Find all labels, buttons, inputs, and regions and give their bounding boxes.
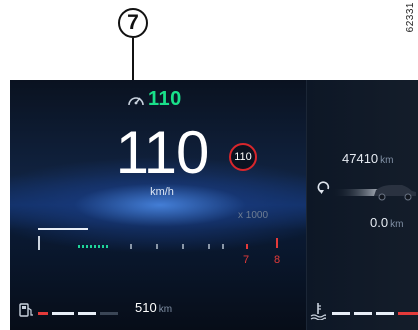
rpm-number: 7 [243, 254, 250, 266]
rpm-multiplier-label: x 1000 [238, 210, 269, 221]
rpm-tick [208, 244, 210, 249]
rpm-tick-redline [246, 244, 248, 249]
callout-number: 7 [118, 8, 148, 38]
instrument-cluster-display: 110 110 km/h 110 x 1000 7 8 510 km 47410… [10, 80, 418, 330]
odometer: 47410 km [342, 151, 394, 166]
trip-distance-unit: km [390, 219, 404, 230]
fuel-gauge-low-segment [38, 312, 48, 315]
fuel-gauge-segment [78, 312, 96, 315]
fuel-range: 510 km [135, 300, 172, 315]
temp-gauge-segment [376, 312, 394, 315]
rpm-number: 8 [274, 254, 281, 266]
trip-distance-value: 0.0 [370, 215, 389, 230]
fuel-gauge-segment [100, 312, 118, 315]
temp-gauge-segment [354, 312, 372, 315]
rpm-tick [182, 244, 184, 249]
coolant-temperature-icon [310, 303, 326, 320]
speed-limiter-icon [128, 96, 144, 105]
coolant-temperature-gauge [332, 312, 418, 315]
tachometer-scale: 7 8 [38, 236, 298, 266]
temp-gauge-hot-segment [398, 312, 418, 315]
rpm-tick [222, 244, 224, 249]
set-speed-indicator: 110 [127, 88, 182, 111]
rpm-tick [130, 244, 132, 249]
fuel-gauge [38, 312, 118, 315]
main-panel [10, 80, 306, 330]
fuel-range-unit: km [158, 304, 173, 315]
rpm-eco-zone [78, 245, 108, 248]
set-speed-value: 110 [148, 88, 182, 110]
fuel-pump-icon [19, 303, 33, 317]
info-panel [306, 80, 418, 330]
odometer-value: 47410 [342, 151, 379, 166]
rpm-indicator-bar [38, 228, 88, 230]
odometer-unit: km [380, 155, 394, 166]
fuel-gauge-segment [52, 312, 74, 315]
speed-unit: km/h [150, 186, 174, 198]
speed-limit-sign: 110 [229, 143, 257, 171]
figure-id: 62331 [405, 2, 416, 33]
current-speed: 110 [115, 119, 210, 186]
fuel-range-value: 510 [135, 300, 157, 315]
rpm-tick [38, 236, 40, 250]
trip-distance: 0.0 km [370, 215, 403, 230]
speed-limit-value: 110 [234, 151, 252, 163]
rpm-tick-redline [276, 238, 278, 248]
trip-reset-icon [317, 181, 416, 201]
rpm-tick [156, 244, 158, 249]
temp-gauge-segment [332, 312, 350, 315]
